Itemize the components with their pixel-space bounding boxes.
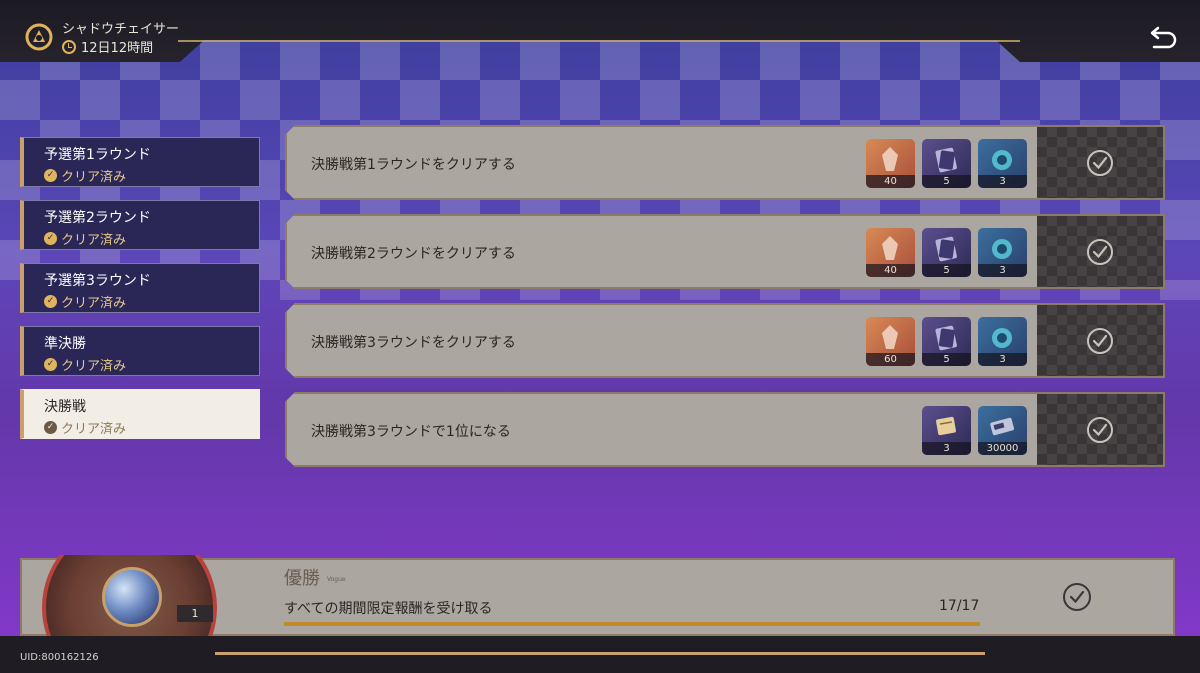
progress-bar [284,622,980,626]
card-pack-icon[interactable]: 5 [922,139,971,188]
tab-semifinal[interactable]: 準決勝 ✓ クリア済み [20,326,260,376]
tab-status: ✓ クリア済み [44,355,126,374]
tab-status-text: クリア済み [61,170,127,185]
mission-row: 決勝戦第3ラウンドで1位になる 3 30000 [285,392,1165,467]
tab-qualifier-3[interactable]: 予選第3ラウンド ✓ クリア済み [20,263,260,313]
check-icon: ✓ [44,232,57,245]
mission-text: 決勝戦第1ラウンドをクリアする [311,157,516,173]
card-pack-icon[interactable]: 5 [922,228,971,277]
reward-qty: 5 [922,175,971,188]
check-icon: ✓ [44,421,57,434]
tab-status: ✓ クリア済み [44,229,126,248]
tab-label: 予選第3ラウンド [44,273,151,289]
tab-status: ✓ クリア済み [44,166,126,185]
tab-status-text: クリア済み [61,233,127,248]
tab-qualifier-1[interactable]: 予選第1ラウンド ✓ クリア済み [20,137,260,187]
clock-icon [62,39,76,54]
claimed-check-icon [1086,327,1114,355]
tab-status: ✓ クリア済み [44,292,126,311]
crystal-icon[interactable]: 40 [866,139,915,188]
event-title: シャドウチェイサー [62,22,180,37]
scroll-icon[interactable]: 3 [922,406,971,455]
blue-orb-icon[interactable]: 3 [978,139,1027,188]
claim-slot[interactable] [1037,394,1163,465]
tab-label: 予選第1ラウンド [44,147,151,163]
shadow-chaser-icon [25,23,53,51]
tab-label: 決勝戦 [44,399,86,415]
crystal-icon[interactable]: 40 [866,228,915,277]
claimed-check-icon [1086,416,1114,444]
reward-qty: 40 [866,264,915,277]
claimed-check-icon [1086,149,1114,177]
tab-label: 準決勝 [44,336,86,352]
crystal-icon[interactable]: 60 [866,317,915,366]
tab-status-text: クリア済み [61,296,127,311]
mission-text: 決勝戦第3ラウンドをクリアする [311,335,516,351]
trophy-orb-icon[interactable] [102,567,162,627]
reward-qty: 40 [866,175,915,188]
round-sidebar: 予選第1ラウンド ✓ クリア済み 予選第2ラウンド ✓ クリア済み 予選第3ラウンド… [20,137,260,452]
card-pack-icon[interactable]: 5 [922,317,971,366]
back-icon[interactable] [1148,22,1180,52]
claim-slot[interactable] [1037,127,1163,198]
check-icon: ✓ [44,295,57,308]
mission-text: 決勝戦第3ラウンドで1位になる [311,424,511,440]
trophy-emblem: 1 [24,555,236,641]
mission-row: 決勝戦第3ラウンドをクリアする 60 5 3 [285,303,1165,378]
trophy-count: 1 [177,605,213,622]
mission-row: 決勝戦第2ラウンドをクリアする 40 5 3 [285,214,1165,289]
reward-qty: 3 [922,442,971,455]
reward-list: 40 5 3 [866,228,1027,277]
reward-qty: 3 [978,175,1027,188]
blue-orb-icon[interactable]: 3 [978,317,1027,366]
reward-qty: 3 [978,353,1027,366]
event-timer-text: 12日12時間 [81,41,154,56]
reward-qty: 60 [866,353,915,366]
bottom-frame-line [215,652,985,655]
reward-qty: 5 [922,264,971,277]
reward-qty: 3 [978,264,1027,277]
top-frame-line [178,40,1020,42]
final-reward-title: 優勝 [284,568,320,589]
claimed-check-icon [1086,238,1114,266]
final-reward-subtitle: Vogue [327,576,346,583]
tab-final[interactable]: 決勝戦 ✓ クリア済み [20,389,260,439]
event-timer: 12日12時間 [62,37,153,56]
final-reward-progress: 17/17 [939,598,980,614]
tab-label: 予選第2ラウンド [44,210,151,226]
tab-status-text: クリア済み [61,359,127,374]
claimed-check-icon[interactable] [1062,582,1092,612]
reward-list: 3 30000 [922,406,1027,455]
claim-slot[interactable] [1037,305,1163,376]
tab-status: ✓ クリア済み [44,418,126,437]
user-id: UID:800162126 [20,652,99,663]
claim-slot[interactable] [1037,216,1163,287]
blue-orb-icon[interactable]: 3 [978,228,1027,277]
reward-list: 40 5 3 [866,139,1027,188]
coin-card-icon[interactable]: 30000 [978,406,1027,455]
reward-qty: 30000 [978,442,1027,455]
mission-row: 決勝戦第1ラウンドをクリアする 40 5 3 [285,125,1165,200]
check-icon: ✓ [44,358,57,371]
check-icon: ✓ [44,169,57,182]
tab-status-text: クリア済み [61,422,127,437]
reward-list: 60 5 3 [866,317,1027,366]
tab-qualifier-2[interactable]: 予選第2ラウンド ✓ クリア済み [20,200,260,250]
mission-text: 決勝戦第2ラウンドをクリアする [311,246,516,262]
mission-list: 決勝戦第1ラウンドをクリアする 40 5 3 決勝戦第2ラウンドをクリアする 4 [285,125,1165,481]
final-reward-description: すべての期間限定報酬を受け取る [284,601,493,617]
reward-qty: 5 [922,353,971,366]
